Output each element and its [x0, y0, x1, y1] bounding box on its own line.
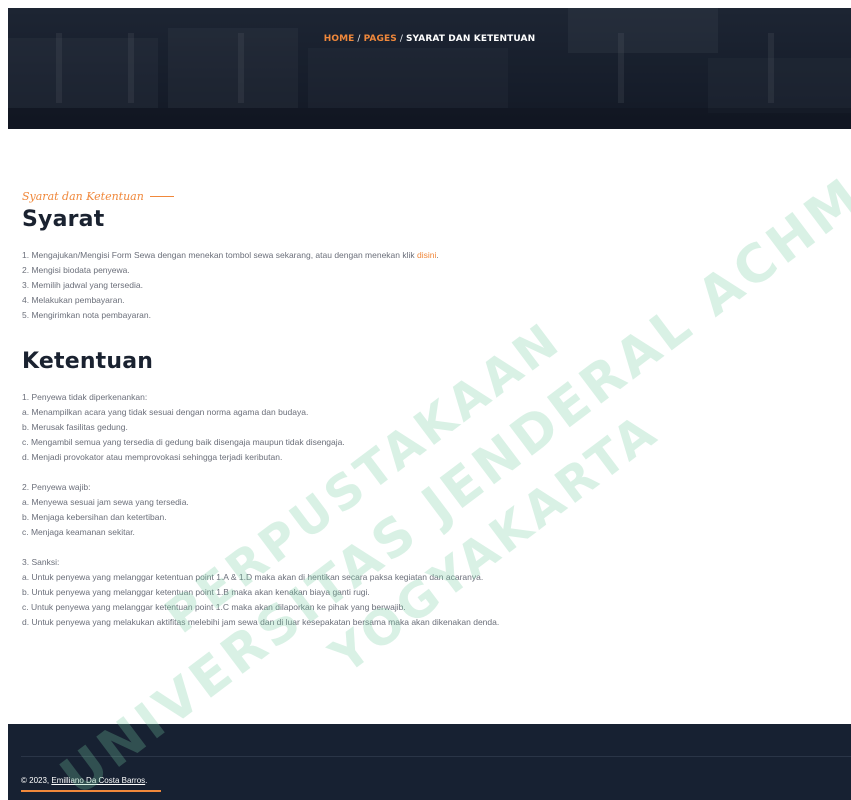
copyright-suffix: .	[145, 776, 148, 785]
list-item: b. Menjaga kebersihan dan ketertiban.	[22, 512, 167, 522]
syarat-heading: Syarat	[22, 207, 105, 232]
footer-divider	[21, 756, 851, 757]
list-item: d. Menjadi provokator atau memprovokasi …	[22, 452, 283, 462]
list-item: c. Mengambil semua yang tersedia di gedu…	[22, 437, 345, 447]
section-subtitle: Syarat dan Ketentuan	[22, 190, 822, 203]
syarat-item-1-end: .	[436, 250, 439, 260]
terms-content: Syarat dan Ketentuan Syarat 1. Mengajuka…	[22, 190, 822, 630]
subtitle-dash-line	[149, 196, 174, 197]
syarat-list: 1. Mengajukan/Mengisi Form Sewa dengan m…	[22, 248, 822, 323]
list-item: 5. Mengirimkan nota pembayaran.	[22, 310, 151, 320]
disini-link[interactable]: disini	[417, 250, 436, 260]
list-item: a. Menyewa sesuai jam sewa yang tersedia…	[22, 497, 189, 507]
copyright-prefix: © 2023,	[21, 776, 52, 785]
footer-copyright: © 2023, Emilliano Da Costa Barros.	[21, 776, 161, 792]
list-item: 3. Sanksi:	[22, 557, 60, 567]
breadcrumb-separator: /	[399, 34, 403, 44]
ketentuan-heading: Ketentuan	[22, 349, 154, 374]
page-hero-banner: HOME / PAGES / SYARAT DAN KETENTUAN	[8, 8, 851, 129]
list-item: b. Untuk penyewa yang melanggar ketentua…	[22, 587, 370, 597]
breadcrumb-separator: /	[357, 34, 361, 44]
breadcrumb-home-link[interactable]: HOME	[324, 34, 355, 44]
list-item: a. Menampilkan acara yang tidak sesuai d…	[22, 407, 309, 417]
list-item: 3. Memilih jadwal yang tersedia.	[22, 280, 143, 290]
breadcrumb-pages-link[interactable]: PAGES	[364, 34, 397, 44]
list-item: 1. Mengajukan/Mengisi Form Sewa dengan m…	[22, 248, 822, 263]
list-item: 1. Penyewa tidak diperkenankan:	[22, 392, 148, 402]
hero-dark-overlay	[8, 8, 851, 129]
list-spacer	[22, 540, 822, 555]
list-item: c. Menjaga keamanan sekitar.	[22, 527, 135, 537]
list-item: 2. Penyewa wajib:	[22, 482, 91, 492]
breadcrumb-current-page: SYARAT DAN KETENTUAN	[405, 34, 536, 44]
breadcrumb: HOME / PAGES / SYARAT DAN KETENTUAN	[8, 34, 851, 44]
list-item: d. Untuk penyewa yang melakukan aktifita…	[22, 617, 500, 627]
list-item: c. Untuk penyewa yang melanggar ketentua…	[22, 602, 406, 612]
list-item: a. Untuk penyewa yang melanggar ketentua…	[22, 572, 484, 582]
list-item: 2. Mengisi biodata penyewa.	[22, 265, 130, 275]
section-subtitle-text: Syarat dan Ketentuan	[22, 190, 144, 203]
list-item: b. Merusak fasilitas gedung.	[22, 422, 128, 432]
list-item: 4. Melakukan pembayaran.	[22, 295, 125, 305]
syarat-item-1-text: 1. Mengajukan/Mengisi Form Sewa dengan m…	[22, 250, 418, 260]
list-spacer	[22, 465, 822, 480]
ketentuan-list: 1. Penyewa tidak diperkenankan: a. Menam…	[22, 390, 822, 630]
copyright-holder-link[interactable]: Emilliano Da Costa Barros	[51, 776, 145, 785]
page-footer: © 2023, Emilliano Da Costa Barros.	[8, 724, 851, 800]
copyright-accent-underline	[21, 790, 161, 792]
